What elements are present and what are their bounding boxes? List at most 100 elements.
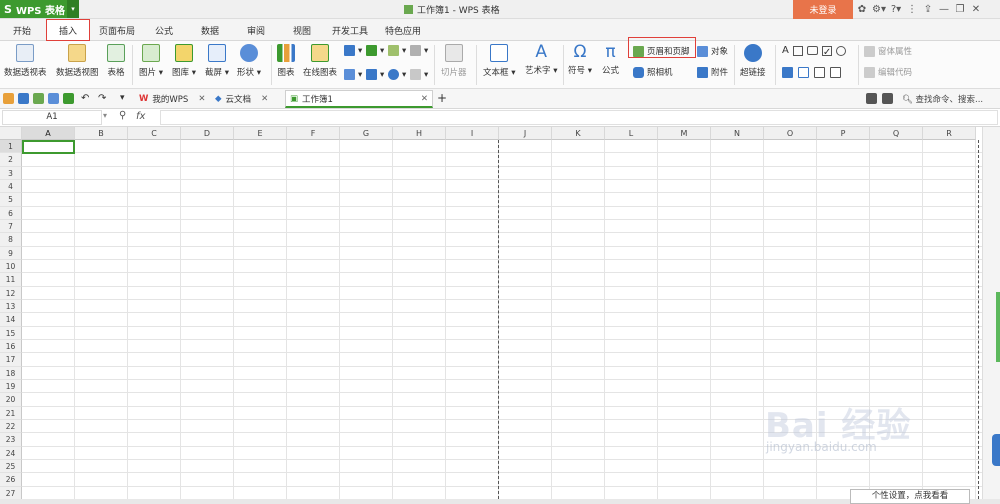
restore-icon[interactable]: ❐ <box>954 2 966 17</box>
button-control-icon[interactable] <box>806 46 818 55</box>
column-header-O[interactable]: O <box>764 127 817 140</box>
table-button[interactable]: 表格 <box>107 44 125 78</box>
row-header-20[interactable]: 20 <box>0 393 22 407</box>
row-header-12[interactable]: 12 <box>0 286 22 300</box>
column-header-Q[interactable]: Q <box>870 127 923 140</box>
column-header-D[interactable]: D <box>181 127 234 140</box>
spinner-icon[interactable] <box>814 67 825 78</box>
row-header-26[interactable]: 26 <box>0 473 22 487</box>
login-button[interactable]: 未登录 <box>793 0 853 19</box>
groupbox-icon[interactable] <box>792 45 803 56</box>
radio-icon[interactable] <box>835 45 846 56</box>
column-header-B[interactable]: B <box>75 127 128 140</box>
row-header-15[interactable]: 15 <box>0 326 22 340</box>
column-header-J[interactable]: J <box>499 127 552 140</box>
row-header-16[interactable]: 16 <box>0 339 22 354</box>
wordart-button[interactable]: A 艺术字 ▾ <box>525 42 557 76</box>
name-box-dropdown-icon[interactable]: ▾ <box>103 111 107 120</box>
row-header-4[interactable]: 4 <box>0 179 22 194</box>
column-header-K[interactable]: K <box>552 127 605 140</box>
column-header-I[interactable]: I <box>446 127 499 140</box>
edit-code-button[interactable]: 编辑代码 <box>864 66 912 78</box>
row-header-19[interactable]: 19 <box>0 379 22 394</box>
column-header-L[interactable]: L <box>605 127 658 140</box>
header-footer-button[interactable]: 页眉和页脚 <box>633 45 690 57</box>
column-header-M[interactable]: M <box>658 127 711 140</box>
feedback-icon[interactable] <box>882 93 893 104</box>
row-header-27[interactable]: 27 <box>0 486 22 499</box>
column-header-N[interactable]: N <box>711 127 764 140</box>
pie-chart-dropdown[interactable]: ▾ <box>388 69 406 80</box>
formula-button[interactable]: π 公式 <box>602 42 619 76</box>
zoom-icon[interactable]: ⚲ <box>119 110 126 121</box>
row-header-1[interactable]: 1 <box>0 140 22 154</box>
scrollbar-control-icon[interactable] <box>830 67 841 78</box>
listbox-icon[interactable] <box>782 67 793 78</box>
column-header-R[interactable]: R <box>923 127 976 140</box>
help-icon[interactable]: ?▾ <box>890 2 902 17</box>
redo-icon[interactable]: ↷ <box>98 93 109 104</box>
symbol-button[interactable]: Ω 符号 ▾ <box>568 42 592 76</box>
close-icon[interactable]: ✕ <box>261 94 268 104</box>
row-header-11[interactable]: 11 <box>0 273 22 287</box>
settings-icon[interactable]: ⚙▾ <box>872 2 886 17</box>
pivot-chart-button[interactable]: 数据透视图 <box>56 44 99 78</box>
column-chart-dropdown[interactable]: ▾ <box>344 45 362 56</box>
row-header-10[interactable]: 10 <box>0 259 22 274</box>
stock-chart-dropdown[interactable]: ▾ <box>366 69 384 80</box>
side-panel-indicator[interactable] <box>996 292 1000 362</box>
textbox-button[interactable]: 文本框 ▾ <box>483 44 515 78</box>
doc-tab-cloud[interactable]: ◆ 云文档 ✕ <box>211 90 272 108</box>
row-header-7[interactable]: 7 <box>0 219 22 234</box>
close-icon[interactable]: ✕ <box>970 2 982 17</box>
close-icon[interactable]: ✕ <box>198 94 205 104</box>
name-box[interactable]: A1 <box>2 110 102 125</box>
tab-home[interactable]: 开始 <box>4 19 40 41</box>
tab-page-layout[interactable]: 页面布局 <box>92 19 142 41</box>
command-search[interactable]: 🔍︎ 查找命令、搜索... <box>902 93 983 105</box>
side-toggle-handle[interactable] <box>992 434 1000 466</box>
active-cell-a1[interactable] <box>22 140 75 155</box>
customize-dropdown-icon[interactable]: ▾ <box>120 93 131 104</box>
row-header-3[interactable]: 3 <box>0 166 22 180</box>
label-control-icon[interactable]: A <box>782 45 789 56</box>
print-icon[interactable] <box>48 93 59 104</box>
doc-tab-mywps[interactable]: W 我的WPS ✕ <box>135 90 209 108</box>
checkbox-icon[interactable]: ✓ <box>821 45 832 58</box>
tab-special[interactable]: 特色应用 <box>378 19 428 41</box>
column-header-F[interactable]: F <box>287 127 340 140</box>
row-header-9[interactable]: 9 <box>0 246 22 260</box>
row-header-8[interactable]: 8 <box>0 233 22 247</box>
area-chart-dropdown[interactable]: ▾ <box>344 69 362 80</box>
message-icon[interactable] <box>866 93 877 104</box>
chart-button[interactable]: 图表 <box>277 44 295 78</box>
row-header-6[interactable]: 6 <box>0 206 22 220</box>
doc-tab-workbook[interactable]: ▣ 工作簿1 ✕ <box>285 90 433 108</box>
save-as-icon[interactable] <box>33 93 44 104</box>
row-header-2[interactable]: 2 <box>0 153 22 167</box>
online-chart-button[interactable]: 在线图表 <box>303 44 337 78</box>
tab-data[interactable]: 数据 <box>192 19 228 41</box>
column-header-E[interactable]: E <box>234 127 287 140</box>
line-chart-dropdown[interactable]: ▾ <box>388 45 406 56</box>
tab-insert[interactable]: 插入 <box>46 19 90 42</box>
save-icon[interactable] <box>18 93 29 104</box>
tab-review[interactable]: 审阅 <box>238 19 274 41</box>
pivot-table-button[interactable]: 数据透视表 <box>4 44 47 78</box>
scatter-chart-dropdown[interactable]: ▾ <box>410 69 428 80</box>
personalize-tooltip[interactable]: 个性设置，点我看看 <box>850 489 970 504</box>
row-header-17[interactable]: 17 <box>0 353 22 367</box>
tab-developer[interactable]: 开发工具 <box>326 19 374 41</box>
select-all-corner[interactable] <box>0 127 22 140</box>
row-header-13[interactable]: 13 <box>0 299 22 314</box>
new-tab-icon[interactable]: + <box>437 92 448 104</box>
radar-chart-dropdown[interactable]: ▾ <box>410 45 428 56</box>
attachment-button[interactable]: 附件 <box>697 66 728 78</box>
tab-formulas[interactable]: 公式 <box>146 19 182 41</box>
object-button[interactable]: 对象 <box>697 45 728 57</box>
wps-logo-button[interactable]: S WPS 表格 ▾ <box>0 0 79 18</box>
formula-input[interactable] <box>160 110 998 125</box>
shape-button[interactable]: 形状 ▾ <box>237 44 261 78</box>
pin-icon[interactable]: ⋮ <box>906 2 918 17</box>
column-header-H[interactable]: H <box>393 127 446 140</box>
